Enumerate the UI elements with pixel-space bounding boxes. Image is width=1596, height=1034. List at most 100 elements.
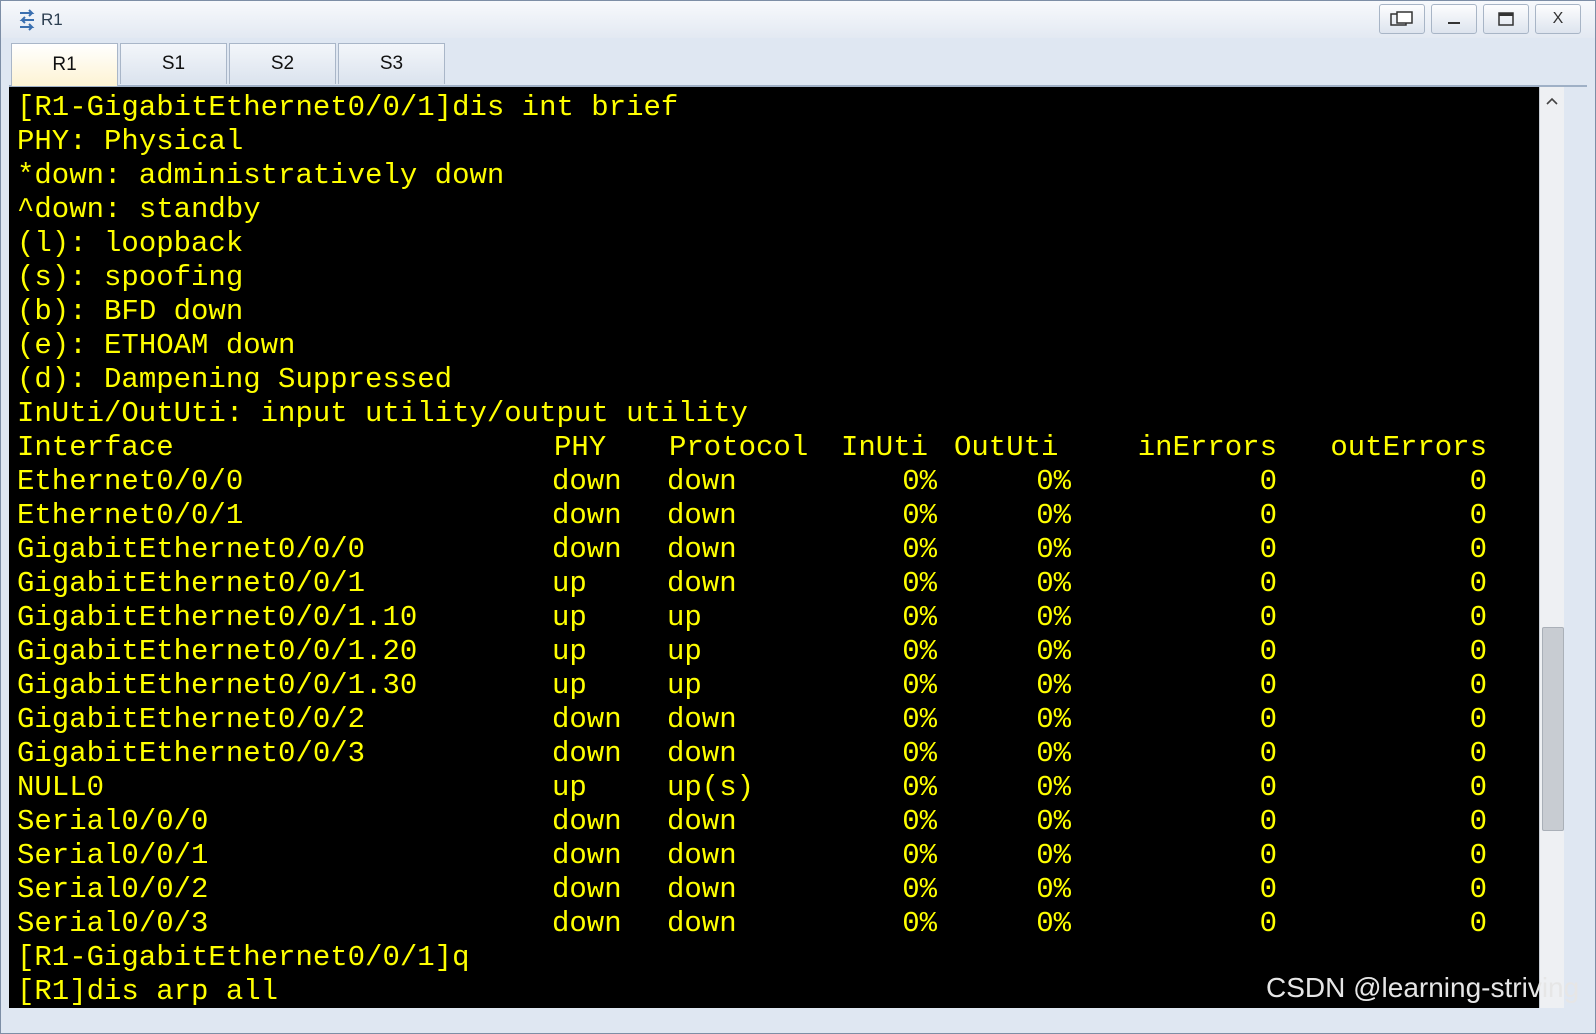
cell-outerrors: 0 — [1469, 703, 1487, 736]
cell-inuti: 0% — [902, 601, 937, 634]
cell-outerrors: 0 — [1469, 771, 1487, 804]
cell-protocol: up — [667, 669, 702, 702]
vertical-scrollbar[interactable] — [1539, 87, 1564, 1008]
tab-s3[interactable]: S3 — [338, 43, 445, 84]
cell-protocol: up — [667, 601, 702, 634]
cell-inuti: 0% — [902, 907, 937, 940]
cell-interface: GigabitEthernet0/0/3 — [17, 737, 366, 770]
cell-interface: Serial0/0/0 — [17, 805, 209, 838]
minimize-button[interactable] — [1431, 4, 1477, 34]
terminal-line: [R1-GigabitEthernet0/0/1]dis int brief — [17, 91, 679, 124]
cell-outerrors: 0 — [1469, 567, 1487, 600]
app-window: R1 X R1 S1 S2 S3 [R1-GigabitEthernet0/0/… — [0, 0, 1596, 1034]
cell-phy: up — [552, 567, 587, 600]
terminal-line: (b): BFD down — [17, 295, 244, 328]
tab-s2[interactable]: S2 — [229, 43, 336, 84]
scroll-up-button[interactable] — [1540, 87, 1564, 115]
cell-outerrors: 0 — [1469, 737, 1487, 770]
cell-inerrors: 0 — [1259, 805, 1277, 838]
tab-label: S1 — [161, 53, 186, 74]
cell-oututi: 0% — [1036, 907, 1071, 940]
close-icon: X — [1552, 10, 1564, 27]
terminal-line: [R1]dis arp all — [17, 975, 279, 1008]
cell-protocol: down — [667, 907, 737, 940]
title-bar[interactable]: R1 X — [1, 1, 1595, 38]
cell-interface: GigabitEthernet0/0/1.10 — [17, 601, 418, 634]
cell-outerrors: 0 — [1469, 465, 1487, 498]
cell-phy: down — [552, 873, 622, 906]
cell-oututi: 0% — [1036, 873, 1071, 906]
cell-inerrors: 0 — [1259, 567, 1277, 600]
cell-inerrors: 0 — [1259, 499, 1277, 532]
scrollbar-thumb[interactable] — [1542, 627, 1564, 831]
cell-phy: up — [552, 771, 587, 804]
maximize-button[interactable] — [1483, 4, 1529, 34]
tab-s1[interactable]: S1 — [120, 43, 227, 84]
cell-oututi: 0% — [1036, 533, 1071, 566]
cell-phy: down — [552, 737, 622, 770]
restore-window-button[interactable] — [1379, 4, 1425, 34]
cell-protocol: down — [667, 567, 737, 600]
terminal-line: InUti/OutUti: input utility/output utili… — [17, 397, 748, 430]
cell-outerrors: 0 — [1469, 805, 1487, 838]
terminal-line: PHY: Physical — [17, 125, 244, 158]
cell-inerrors: 0 — [1259, 737, 1277, 770]
cell-inuti: 0% — [902, 533, 937, 566]
cell-inuti: 0% — [902, 669, 937, 702]
cell-phy: down — [552, 907, 622, 940]
cell-oututi: 0% — [1036, 737, 1071, 770]
restore-window-icon — [1390, 11, 1413, 26]
cell-phy: up — [552, 601, 587, 634]
cell-phy: down — [552, 465, 622, 498]
minimize-icon — [1448, 22, 1460, 24]
cell-interface: Ethernet0/0/0 — [17, 465, 244, 498]
cell-phy: up — [552, 669, 587, 702]
cell-inerrors: 0 — [1259, 839, 1277, 872]
tab-r1[interactable]: R1 — [11, 43, 118, 86]
cell-inuti: 0% — [902, 703, 937, 736]
cell-protocol: Protocol — [669, 431, 809, 464]
terminal-line: (d): Dampening Suppressed — [17, 363, 453, 396]
cell-outerrors: 0 — [1469, 601, 1487, 634]
cell-inerrors: 0 — [1259, 873, 1277, 906]
cell-interface: GigabitEthernet0/0/1 — [17, 567, 366, 600]
cell-inerrors: 0 — [1259, 635, 1277, 668]
cell-inerrors: 0 — [1259, 669, 1277, 702]
cell-oututi: 0% — [1036, 703, 1071, 736]
cell-interface: NULL0 — [17, 771, 105, 804]
cell-interface: Serial0/0/2 — [17, 873, 209, 906]
terminal-line: *down: administratively down — [17, 159, 505, 192]
cell-outerrors: 0 — [1469, 635, 1487, 668]
cell-protocol: up — [667, 635, 702, 668]
cell-oututi: 0% — [1036, 805, 1071, 838]
window-title: R1 — [41, 10, 63, 29]
watermark: CSDN @learning-striving — [1266, 972, 1580, 1003]
window-controls: X — [1373, 4, 1581, 34]
close-button[interactable]: X — [1535, 4, 1581, 34]
cell-interface: Ethernet0/0/1 — [17, 499, 244, 532]
tab-label: R1 — [52, 54, 77, 75]
cell-oututi: 0% — [1036, 669, 1071, 702]
cell-outerrors: 0 — [1469, 669, 1487, 702]
cell-phy: down — [552, 499, 622, 532]
cell-interface: Serial0/0/1 — [17, 839, 209, 872]
cell-oututi: OutUti — [954, 431, 1059, 464]
terminal-console[interactable]: [R1-GigabitEthernet0/0/1]dis int brief PH… — [9, 87, 1539, 1008]
cell-inuti: 0% — [902, 873, 937, 906]
tab-label: S2 — [270, 53, 295, 74]
cell-phy: down — [552, 703, 622, 736]
terminal-line: (s): spoofing — [17, 261, 244, 294]
cell-inuti: 0% — [902, 771, 937, 804]
cell-inuti: 0% — [902, 499, 937, 532]
cell-oututi: 0% — [1036, 567, 1071, 600]
cell-interface: GigabitEthernet0/0/2 — [17, 703, 366, 736]
cell-inuti: 0% — [902, 805, 937, 838]
cell-oututi: 0% — [1036, 499, 1071, 532]
cell-protocol: down — [667, 873, 737, 906]
cell-oututi: 0% — [1036, 465, 1071, 498]
cell-oututi: 0% — [1036, 771, 1071, 804]
cell-oututi: 0% — [1036, 635, 1071, 668]
cell-inerrors: 0 — [1259, 465, 1277, 498]
cell-protocol: down — [667, 499, 737, 532]
terminal-line: [R1-GigabitEthernet0/0/1]q — [17, 941, 470, 974]
